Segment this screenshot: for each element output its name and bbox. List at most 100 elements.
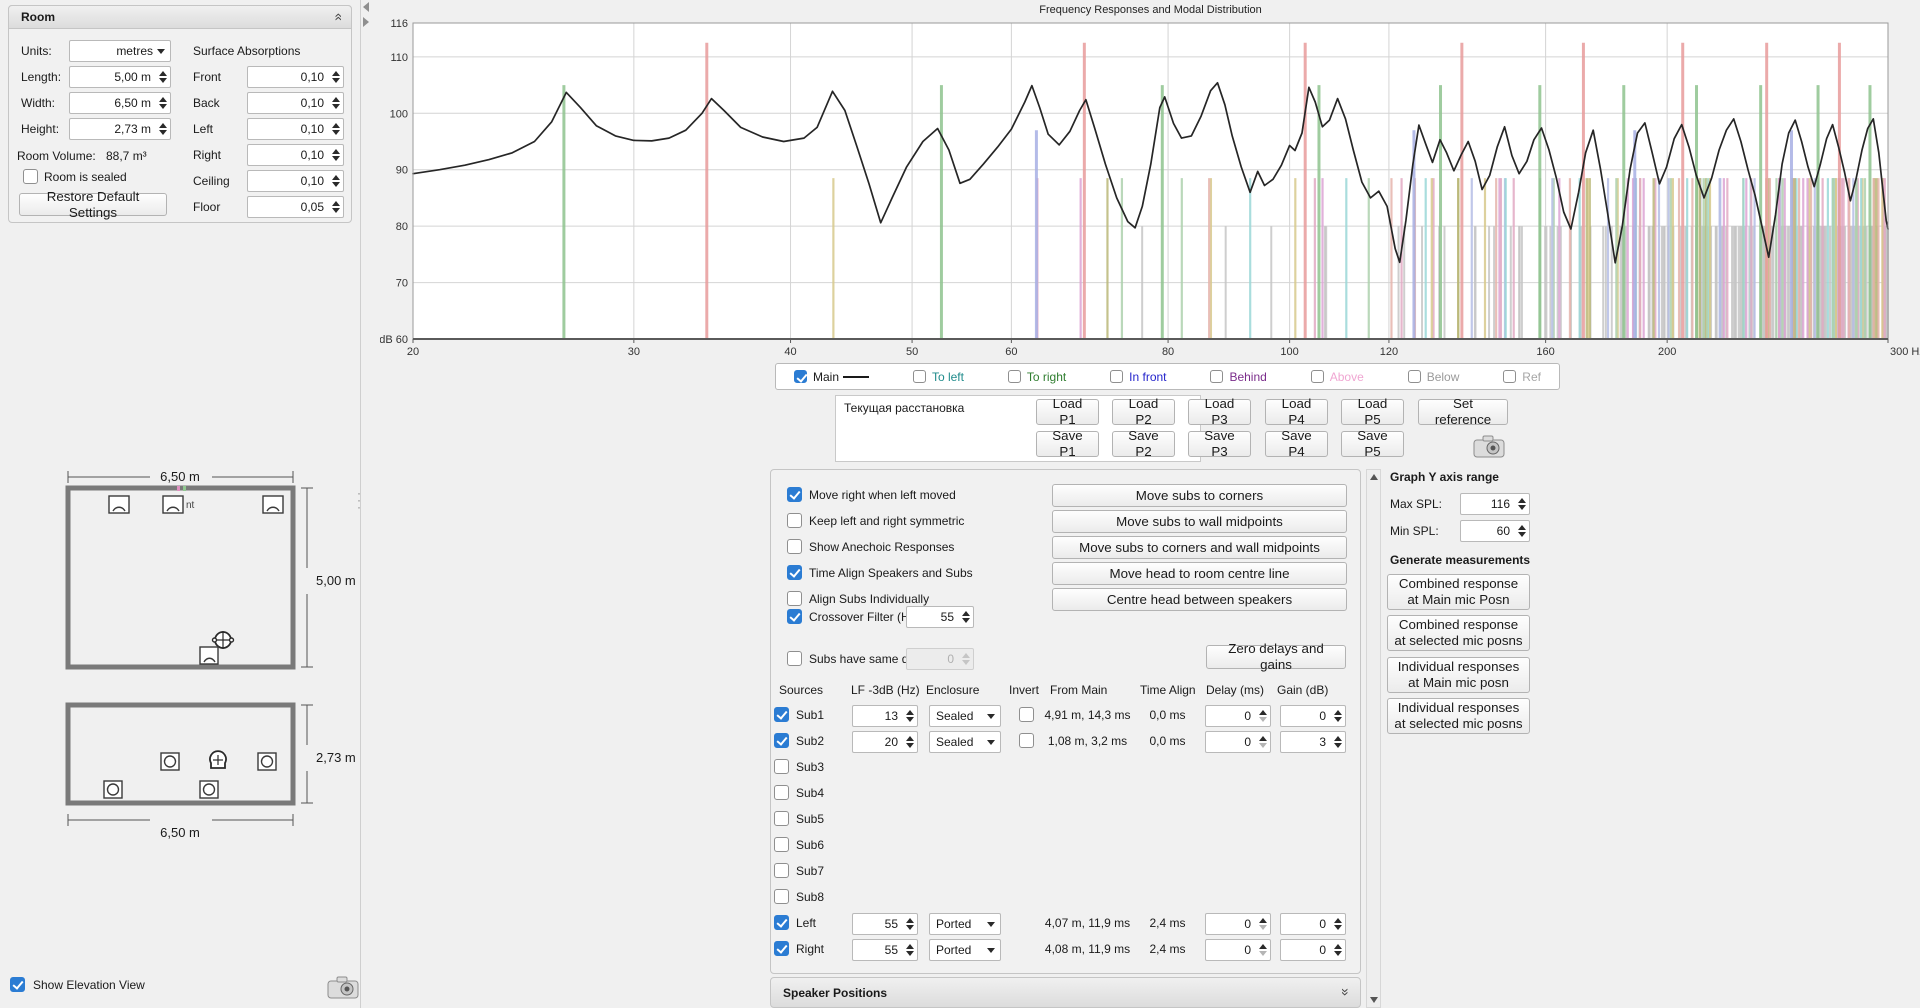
stepper-arrows[interactable] (1255, 709, 1270, 723)
centre-head-between-speakers-button[interactable]: Centre head between speakers (1052, 588, 1347, 611)
stepper-arrows[interactable] (328, 96, 343, 110)
step-up-icon[interactable] (332, 149, 340, 154)
move-head-to-room-centre-line-button[interactable]: Move head to room centre line (1052, 562, 1347, 585)
stepper-arrows[interactable] (902, 943, 917, 957)
collapse-chevron-icon[interactable]: » (329, 13, 345, 21)
step-down-icon[interactable] (332, 156, 340, 161)
stepper-arrows[interactable] (328, 148, 343, 162)
scroll-down-icon[interactable] (1370, 997, 1378, 1003)
step-down-icon[interactable] (332, 104, 340, 109)
load-p1-button[interactable]: Load P1 (1036, 399, 1099, 425)
source-right-enclosure-select[interactable]: Ported (929, 939, 1001, 961)
step-down-icon[interactable] (332, 182, 340, 187)
camera-icon[interactable] (1471, 434, 1507, 459)
stepper-arrows[interactable] (1330, 943, 1345, 957)
step-down-icon[interactable] (1259, 951, 1267, 956)
step-up-icon[interactable] (906, 736, 914, 741)
expand-chevron-icon[interactable]: » (1338, 988, 1354, 996)
combined-response-at-selected-mic-posns-button[interactable]: Combined response at selected mic posns (1387, 615, 1530, 651)
save-p1-button[interactable]: Save P1 (1036, 431, 1099, 457)
source-left-enclosure-select[interactable]: Ported (929, 913, 1001, 935)
stepper-arrows[interactable] (328, 122, 343, 136)
individual-responses-at-selected-mic-pos-button[interactable]: Individual responses at selected mic pos… (1387, 698, 1530, 734)
options-scrollbar[interactable] (1366, 469, 1381, 1008)
source-sub2-checkbox[interactable] (774, 733, 789, 748)
source-right-lf-stepper[interactable]: 55 (852, 939, 918, 961)
source-left-lf-stepper[interactable]: 55 (852, 913, 918, 935)
step-down-icon[interactable] (332, 78, 340, 83)
step-down-icon[interactable] (1259, 717, 1267, 722)
elevation-speakers[interactable] (104, 753, 276, 798)
source-sub2-lf-stepper[interactable]: 20 (852, 731, 918, 753)
step-up-icon[interactable] (906, 710, 914, 715)
source-sub2-delay-stepper[interactable]: 0 (1205, 731, 1271, 753)
legend-checkbox[interactable] (1210, 370, 1223, 383)
source-sub1-invert-checkbox[interactable] (1019, 707, 1034, 722)
room-panel-header[interactable]: Room » (8, 5, 352, 29)
legend-checkbox[interactable] (1503, 370, 1516, 383)
step-down-icon[interactable] (906, 743, 914, 748)
stepper-arrows[interactable] (1514, 524, 1529, 538)
source-sub4-checkbox[interactable] (774, 785, 789, 800)
scroll-up-icon[interactable] (1370, 474, 1378, 480)
set-reference-button[interactable]: Set reference (1418, 399, 1508, 425)
stepper-arrows[interactable] (1330, 917, 1345, 931)
plan-listener-icon[interactable] (213, 631, 234, 649)
save-p5-button[interactable]: Save P5 (1341, 431, 1404, 457)
show-anechoic-responses-checkbox[interactable] (787, 539, 802, 554)
move-subs-to-wall-midpoints-button[interactable]: Move subs to wall midpoints (1052, 510, 1347, 533)
absorption-right-stepper[interactable]: 0,10 (247, 144, 344, 166)
absorption-left-stepper[interactable]: 0,10 (247, 118, 344, 140)
move-subs-to-corners-button[interactable]: Move subs to corners (1052, 484, 1347, 507)
legend-checkbox[interactable] (794, 370, 807, 383)
step-down-icon[interactable] (1334, 925, 1342, 930)
time-align-speakers-and-subs-checkbox[interactable] (787, 565, 802, 580)
keep-left-and-right-symmetric-checkbox[interactable] (787, 513, 802, 528)
source-sub3-checkbox[interactable] (774, 759, 789, 774)
stepper-arrows[interactable] (902, 735, 917, 749)
stepper-arrows[interactable] (328, 174, 343, 188)
absorption-floor-stepper[interactable]: 0,05 (247, 196, 344, 218)
step-up-icon[interactable] (1334, 710, 1342, 715)
source-right-delay-stepper[interactable]: 0 (1205, 939, 1271, 961)
stepper-arrows[interactable] (155, 96, 170, 110)
step-up-icon[interactable] (332, 201, 340, 206)
individual-responses-at-main-mic-posn-button[interactable]: Individual responses at Main mic posn (1387, 657, 1530, 693)
legend-checkbox[interactable] (1008, 370, 1021, 383)
save-p4-button[interactable]: Save P4 (1265, 431, 1328, 457)
stepper-arrows[interactable] (902, 917, 917, 931)
camera-icon[interactable] (325, 974, 361, 1000)
align-subs-individually-checkbox[interactable] (787, 591, 802, 606)
units-select[interactable]: metres (69, 40, 171, 62)
step-up-icon[interactable] (1259, 944, 1267, 949)
step-up-icon[interactable] (332, 71, 340, 76)
length-stepper[interactable]: 5,00 m (69, 66, 171, 88)
combined-response-at-main-mic-posn-button[interactable]: Combined response at Main mic Posn (1387, 574, 1530, 610)
step-up-icon[interactable] (332, 175, 340, 180)
step-down-icon[interactable] (1334, 743, 1342, 748)
stepper-arrows[interactable] (328, 200, 343, 214)
speaker-positions-header[interactable]: Speaker Positions » (770, 977, 1361, 1008)
step-down-icon[interactable] (906, 951, 914, 956)
source-sub1-gain-stepper[interactable]: 0 (1280, 705, 1346, 727)
source-sub6-checkbox[interactable] (774, 837, 789, 852)
subs-same-delay-checkbox[interactable] (787, 651, 802, 666)
legend-checkbox[interactable] (913, 370, 926, 383)
stepper-arrows[interactable] (1514, 497, 1529, 511)
stepper-arrows[interactable] (155, 122, 170, 136)
source-sub1-checkbox[interactable] (774, 707, 789, 722)
step-down-icon[interactable] (906, 925, 914, 930)
source-right-gain-stepper[interactable]: 0 (1280, 939, 1346, 961)
stepper-arrows[interactable] (1255, 735, 1270, 749)
step-up-icon[interactable] (1259, 710, 1267, 715)
source-left-delay-stepper[interactable]: 0 (1205, 913, 1271, 935)
stepper-arrows[interactable] (155, 70, 170, 84)
crossover-filter-checkbox[interactable] (787, 609, 802, 624)
crossover-filter-stepper[interactable]: 55 (906, 606, 974, 628)
step-up-icon[interactable] (1334, 944, 1342, 949)
room-sealed-checkbox[interactable] (23, 169, 38, 184)
step-up-icon[interactable] (332, 97, 340, 102)
step-up-icon[interactable] (1259, 918, 1267, 923)
step-down-icon[interactable] (1334, 951, 1342, 956)
load-p5-button[interactable]: Load P5 (1341, 399, 1404, 425)
